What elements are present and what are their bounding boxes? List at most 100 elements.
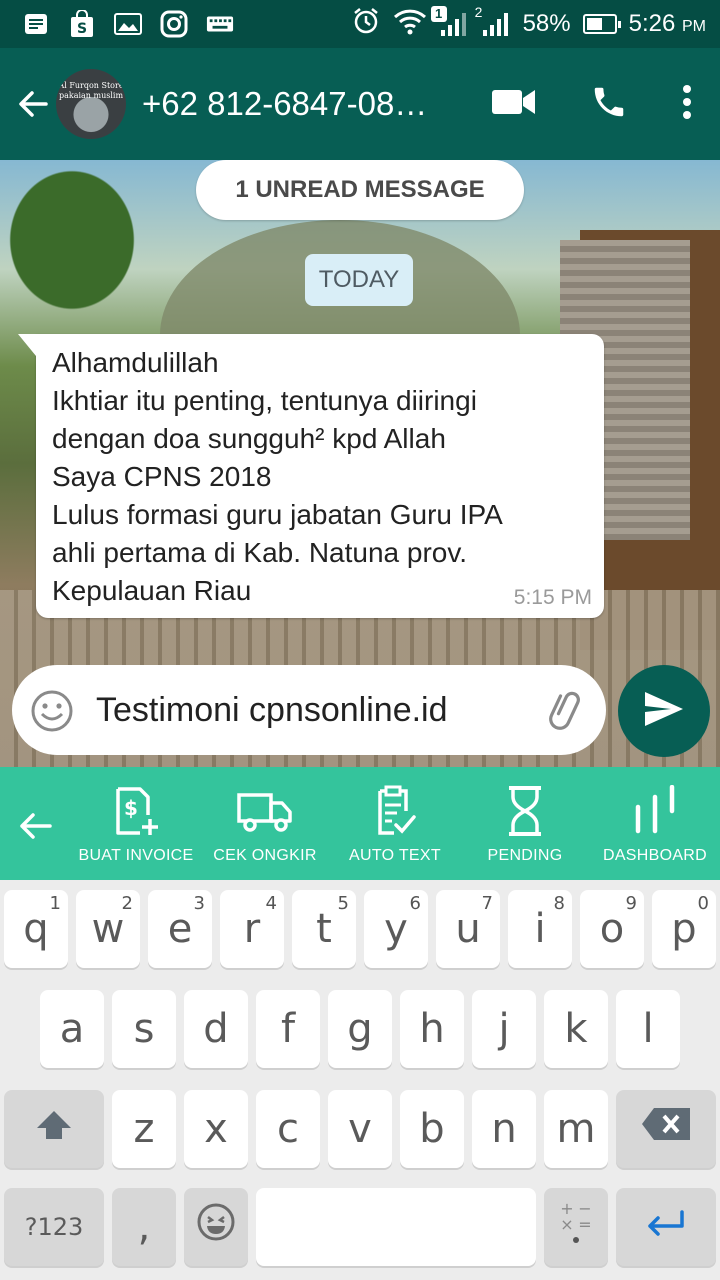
symbols-key[interactable]: ?123 (4, 1188, 104, 1266)
voice-call-icon[interactable] (590, 83, 628, 126)
key-letter: u (455, 906, 481, 952)
back-arrow-icon[interactable] (16, 87, 50, 121)
keyboard-notification-icon (206, 10, 234, 38)
space-key[interactable] (256, 1188, 536, 1266)
toolbar-dashboard[interactable]: DASHBOARD (590, 785, 720, 865)
clock-time: 5:26 (628, 10, 676, 37)
key-q[interactable]: q1 (4, 890, 68, 968)
key-a[interactable]: a (40, 990, 104, 1068)
message-line: Alhamdulillah (52, 347, 219, 378)
key-letter: i (534, 906, 546, 952)
truck-icon (200, 785, 330, 837)
avatar-text: Al Furqon Store pakaian muslim (56, 81, 126, 101)
shopping-bag-icon: S (68, 10, 96, 38)
math-symbols-key[interactable]: + − × = (544, 1188, 608, 1266)
key-g[interactable]: g (328, 990, 392, 1068)
key-letter: t (316, 906, 332, 952)
key-f[interactable]: f (256, 990, 320, 1068)
clipboard-check-icon (330, 785, 460, 837)
key-w[interactable]: w2 (76, 890, 140, 968)
emoji-icon[interactable] (30, 689, 74, 733)
toolbar-label: CEK ONGKIR (213, 847, 317, 864)
more-options-icon[interactable] (682, 84, 692, 125)
battery-icon (582, 14, 621, 34)
avatar[interactable]: Al Furqon Store pakaian muslim (56, 69, 126, 139)
toolbar-cek-ongkir[interactable]: CEK ONGKIR (200, 785, 330, 865)
battery-percent: 58% (522, 10, 571, 37)
backspace-icon (640, 1106, 692, 1152)
alarm-icon (351, 6, 381, 43)
key-e[interactable]: e3 (148, 890, 212, 968)
sim1-signal-icon: 1 (430, 6, 469, 38)
chat-header: Al Furqon Store pakaian muslim +62 812-68… (0, 48, 720, 160)
key-s[interactable]: s (112, 990, 176, 1068)
key-o[interactable]: o9 (580, 890, 644, 968)
notification-badge: 1 (430, 6, 447, 22)
key-hint: 4 (265, 893, 277, 914)
key-y[interactable]: y6 (364, 890, 428, 968)
key-letter: r (243, 906, 261, 952)
send-button[interactable] (618, 665, 710, 757)
key-hint: 7 (481, 893, 493, 914)
key-u[interactable]: u7 (436, 890, 500, 968)
invoice-icon: $ (71, 785, 201, 837)
clock-ampm: PM (682, 18, 706, 35)
emoji-key[interactable] (184, 1188, 248, 1266)
message-line: Saya CPNS 2018 (52, 461, 272, 492)
business-toolbar: $ BUAT INVOICE CEK ONGKIR AUTO TEXT PEND… (0, 767, 720, 880)
key-p[interactable]: p0 (652, 890, 716, 968)
chat-area: 1 UNREAD MESSAGE TODAY Alhamdulillah Ikh… (0, 160, 720, 767)
comma-key[interactable]: , (112, 1188, 176, 1266)
key-m[interactable]: m (544, 1090, 608, 1168)
message-input[interactable] (96, 665, 516, 755)
key-hint: 6 (409, 893, 421, 914)
messages-notification-icon (22, 10, 50, 38)
backspace-key[interactable] (616, 1090, 716, 1168)
enter-key[interactable] (616, 1188, 716, 1266)
key-n[interactable]: n (472, 1090, 536, 1168)
key-z[interactable]: z (112, 1090, 176, 1168)
key-x[interactable]: x (184, 1090, 248, 1168)
shift-key[interactable] (4, 1090, 104, 1168)
send-icon (643, 690, 685, 733)
key-hint: 9 (625, 893, 637, 914)
instagram-icon (160, 10, 188, 38)
message-line: Ikhtiar itu penting, tentunya diiringi (52, 385, 477, 416)
key-b[interactable]: b (400, 1090, 464, 1168)
math-symbols-icon: + − × = (558, 1199, 594, 1254)
key-k[interactable]: k (544, 990, 608, 1068)
key-c[interactable]: c (256, 1090, 320, 1168)
status-bar: S 1 2 58% 5:26 PM (0, 0, 720, 48)
svg-text:=: = (578, 1215, 591, 1234)
key-i[interactable]: i8 (508, 890, 572, 968)
svg-text:×: × (560, 1215, 573, 1234)
attach-icon[interactable] (544, 689, 588, 733)
key-letter: o (599, 906, 625, 952)
key-d[interactable]: d (184, 990, 248, 1068)
enter-icon (644, 1204, 688, 1250)
message-bubble[interactable]: Alhamdulillah Ikhtiar itu penting, tentu… (18, 334, 604, 618)
toolbar-buat-invoice[interactable]: $ BUAT INVOICE (71, 785, 201, 865)
clock: 5:26 PM (629, 10, 706, 38)
emoji-icon (196, 1202, 236, 1252)
key-v[interactable]: v (328, 1090, 392, 1168)
toolbar-auto-text[interactable]: AUTO TEXT (330, 785, 460, 865)
key-letter: e (167, 906, 193, 952)
hourglass-icon (460, 785, 590, 837)
date-chip: TODAY (305, 254, 413, 306)
toolbar-label: PENDING (487, 847, 563, 864)
shift-icon (35, 1106, 73, 1152)
message-text: Alhamdulillah Ikhtiar itu penting, tentu… (52, 344, 503, 610)
key-j[interactable]: j (472, 990, 536, 1068)
key-r[interactable]: r4 (220, 890, 284, 968)
key-t[interactable]: t5 (292, 890, 356, 968)
video-call-icon[interactable] (492, 88, 536, 121)
toolbar-back-icon[interactable] (16, 807, 54, 845)
toolbar-pending[interactable]: PENDING (460, 785, 590, 865)
contact-name[interactable]: +62 812-6847-08… (142, 85, 462, 123)
key-l[interactable]: l (616, 990, 680, 1068)
gallery-icon (114, 10, 142, 38)
key-h[interactable]: h (400, 990, 464, 1068)
toolbar-label: AUTO TEXT (349, 847, 441, 864)
soft-keyboard: q1 w2 e3 r4 t5 y6 u7 i8 o9 p0 a s d f g … (0, 880, 720, 1280)
